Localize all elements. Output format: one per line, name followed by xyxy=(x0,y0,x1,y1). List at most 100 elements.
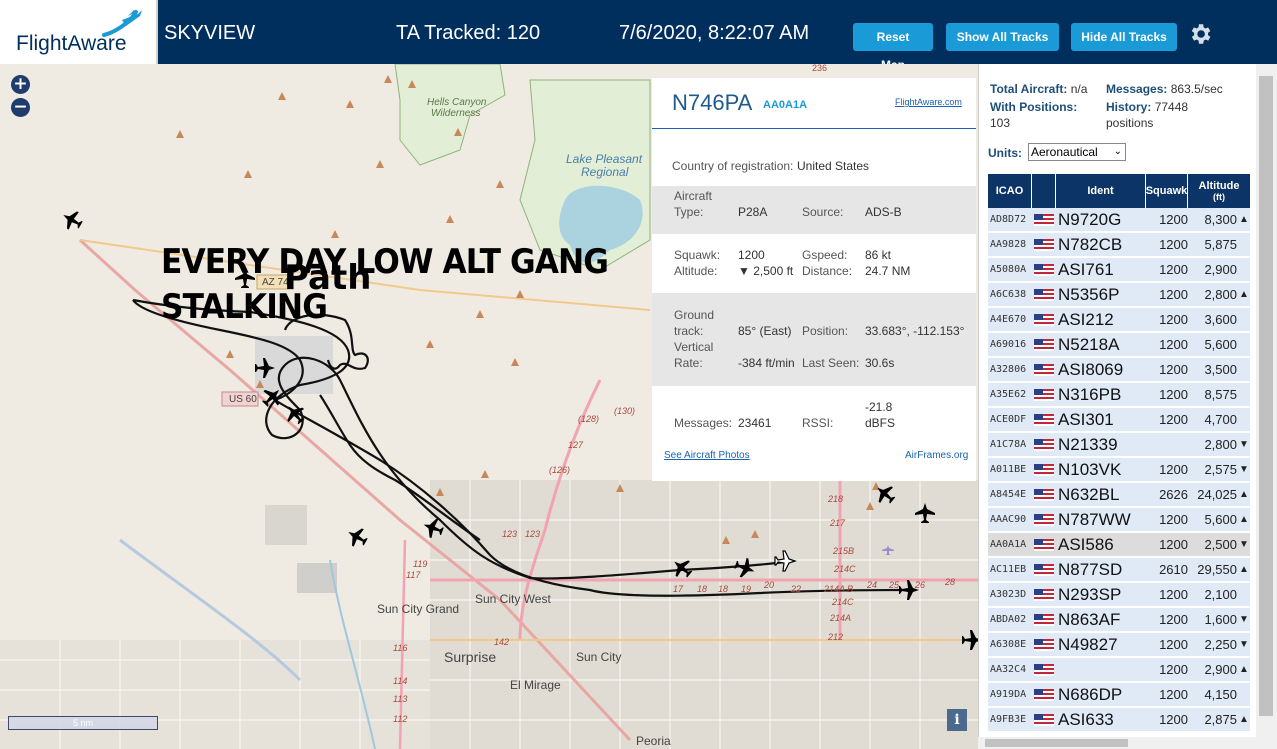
squawk-cell: 1200 xyxy=(1159,637,1188,652)
col-ident[interactable]: Ident xyxy=(1056,174,1146,208)
flightaware-logo[interactable]: FlightAware xyxy=(0,0,158,64)
table-row[interactable]: A919DA N686DP 1200 4,150 xyxy=(988,683,1250,707)
history-unit: positions xyxy=(1106,116,1154,130)
table-row[interactable]: A32806 ASI8069 1200 3,500 xyxy=(988,358,1250,382)
position-value: 33.683°, -112.153° xyxy=(865,324,965,338)
icao-cell: A011BE xyxy=(990,464,1027,475)
altitude-cell: 29,550 xyxy=(1197,562,1237,577)
table-row[interactable]: AD8D72 N9720G 1200 8,300 ▲ xyxy=(988,208,1250,232)
type-value: P28A xyxy=(738,205,768,219)
altitude-cell: 1,600 xyxy=(1204,612,1237,627)
us-flag-icon xyxy=(1034,714,1054,726)
table-row[interactable]: A4E670 ASI212 1200 3,600 xyxy=(988,308,1250,332)
gspeed-label: Gspeed: xyxy=(802,248,848,262)
distance-value: 24.7 NM xyxy=(865,264,911,278)
label-130: (130) xyxy=(614,406,636,416)
col-flag[interactable] xyxy=(1032,174,1056,208)
table-row[interactable]: A6C638 N5356P 1200 2,800 ▲ xyxy=(988,283,1250,307)
aircraft-photos-link[interactable]: See Aircraft Photos xyxy=(664,450,750,461)
selected-aircraft-popup: N746PA AA0A1A FlightAware.com Country of… xyxy=(652,78,976,481)
scrollbar-thumb[interactable] xyxy=(1259,76,1273,716)
icao-cell: A919DA xyxy=(990,689,1027,700)
table-row[interactable]: ABDA02 N863AF 1200 1,600 ▼ xyxy=(988,608,1250,632)
gear-icon[interactable] xyxy=(1187,21,1213,47)
history: History: 77448 xyxy=(1106,100,1188,114)
label-214ab: 214A B xyxy=(824,584,854,594)
table-row[interactable]: A5080A ASI761 1200 2,900 xyxy=(988,258,1250,282)
airframes-link[interactable]: AirFrames.org xyxy=(905,450,968,461)
tracked-count: TA Tracked: 120 xyxy=(396,22,541,44)
altitude-cell: 2,500 xyxy=(1204,537,1237,552)
altitude-cell: 4,700 xyxy=(1204,412,1237,427)
reset-map-button[interactable]: Reset Map xyxy=(853,23,933,72)
altitude-cell: 5,600 xyxy=(1204,337,1237,352)
info-icon[interactable]: i xyxy=(947,709,967,731)
icao-cell: AA32C4 xyxy=(990,664,1027,675)
altitude-trend-icon: ▼ xyxy=(1239,639,1249,650)
hide-all-tracks-button[interactable]: Hide All Tracks xyxy=(1071,23,1177,51)
table-row[interactable]: AA0A1A ASI586 1200 2,500 ▼ xyxy=(988,533,1250,557)
table-row[interactable]: A9FB3E ASI633 1200 2,875 ▲ xyxy=(988,708,1250,732)
table-row[interactable]: AA9828 N782CB 1200 5,875 xyxy=(988,233,1250,257)
altitude-trend-icon: ▲ xyxy=(1239,489,1249,500)
label-126: (126) xyxy=(549,465,571,475)
table-row[interactable]: A35E62 N316PB 1200 8,575 xyxy=(988,383,1250,407)
scale-bar: 5 nm xyxy=(8,716,158,730)
table-row[interactable]: A3023D N293SP 1200 2,100 xyxy=(988,583,1250,607)
label-us60: US 60 xyxy=(229,394,257,405)
table-row[interactable]: A1C78A N21339 2,800 ▼ xyxy=(988,433,1250,457)
label-26: 26 xyxy=(915,580,926,590)
total-aircraft-value: n/a xyxy=(1070,82,1088,96)
us-flag-icon xyxy=(1034,414,1054,426)
table-row[interactable]: A8454E N632BL 2626 24,025 ▲ xyxy=(988,483,1250,507)
us-flag-icon xyxy=(1034,614,1054,626)
show-all-tracks-button[interactable]: Show All Tracks xyxy=(946,23,1059,51)
table-row[interactable]: A011BE N103VK 1200 2,575 ▼ xyxy=(988,458,1250,482)
zoom-in-button[interactable]: + xyxy=(11,75,30,94)
ident-cell: N9720G xyxy=(1058,210,1122,229)
altitude-trend-icon: ▲ xyxy=(1239,514,1249,525)
ident-cell: N863AF xyxy=(1058,610,1121,629)
us-flag-icon xyxy=(1034,664,1054,676)
table-row[interactable]: AC11EB N877SD 2610 29,550 ▲ xyxy=(988,558,1250,582)
ident-cell: N632BL xyxy=(1058,485,1120,504)
units-select-value: Aeronautical xyxy=(1031,145,1098,159)
scrollbar-horizontal-thumb[interactable] xyxy=(985,739,1128,747)
squawk-cell: 1200 xyxy=(1159,412,1188,427)
zoom-out-button[interactable]: − xyxy=(11,98,30,117)
table-row[interactable]: AA32C4 1200 2,900 ▲ xyxy=(988,658,1250,682)
col-icao[interactable]: ICAO xyxy=(988,174,1032,208)
icao-cell: ABDA02 xyxy=(990,614,1027,625)
units-select[interactable]: Aeronautical ⌄ xyxy=(1028,143,1126,161)
squawk-cell: 1200 xyxy=(1159,587,1188,602)
icao-cell: A6C638 xyxy=(990,289,1027,300)
us-flag-icon xyxy=(1034,364,1054,376)
label-112: 112 xyxy=(393,714,408,724)
altitude-trend-icon: ▼ xyxy=(1239,614,1249,625)
us-flag-icon xyxy=(1034,289,1054,301)
altitude-cell: 2,800 xyxy=(1204,437,1237,452)
us-flag-icon xyxy=(1034,489,1054,501)
icao-cell: AA0A1A xyxy=(990,539,1027,550)
table-row[interactable]: A69016 N5218A 1200 5,600 xyxy=(988,333,1250,357)
ident-cell: N686DP xyxy=(1058,685,1123,704)
col-altitude[interactable]: Altitude (ft) xyxy=(1188,174,1250,208)
squawk-cell: 1200 xyxy=(1159,212,1188,227)
label-119: 119 xyxy=(413,559,428,569)
us-flag-icon xyxy=(1034,639,1054,651)
table-row[interactable]: A6308E N49827 1200 2,250 ▼ xyxy=(988,633,1250,657)
ident-cell: N103VK xyxy=(1058,460,1122,479)
icao-cell: ACE0DF xyxy=(990,414,1027,425)
table-row[interactable]: AAAC90 N787WW 1200 5,600 ▲ xyxy=(988,508,1250,532)
icao-cell: A6308E xyxy=(990,639,1027,650)
table-row[interactable]: ACE0DF ASI301 1200 4,700 xyxy=(988,408,1250,432)
squawk-cell: 1200 xyxy=(1159,687,1188,702)
label-117: 117 xyxy=(406,570,421,580)
popup-hex[interactable]: AA0A1A xyxy=(763,99,807,111)
altitude-cell: 8,300 xyxy=(1204,212,1237,227)
col-squawk[interactable]: Squawk xyxy=(1146,174,1188,208)
flightaware-link[interactable]: FlightAware.com xyxy=(895,97,962,107)
altitude-trend-icon: ▲ xyxy=(1239,714,1249,725)
label-217: 217 xyxy=(830,518,846,528)
squawk-cell xyxy=(1146,433,1188,457)
